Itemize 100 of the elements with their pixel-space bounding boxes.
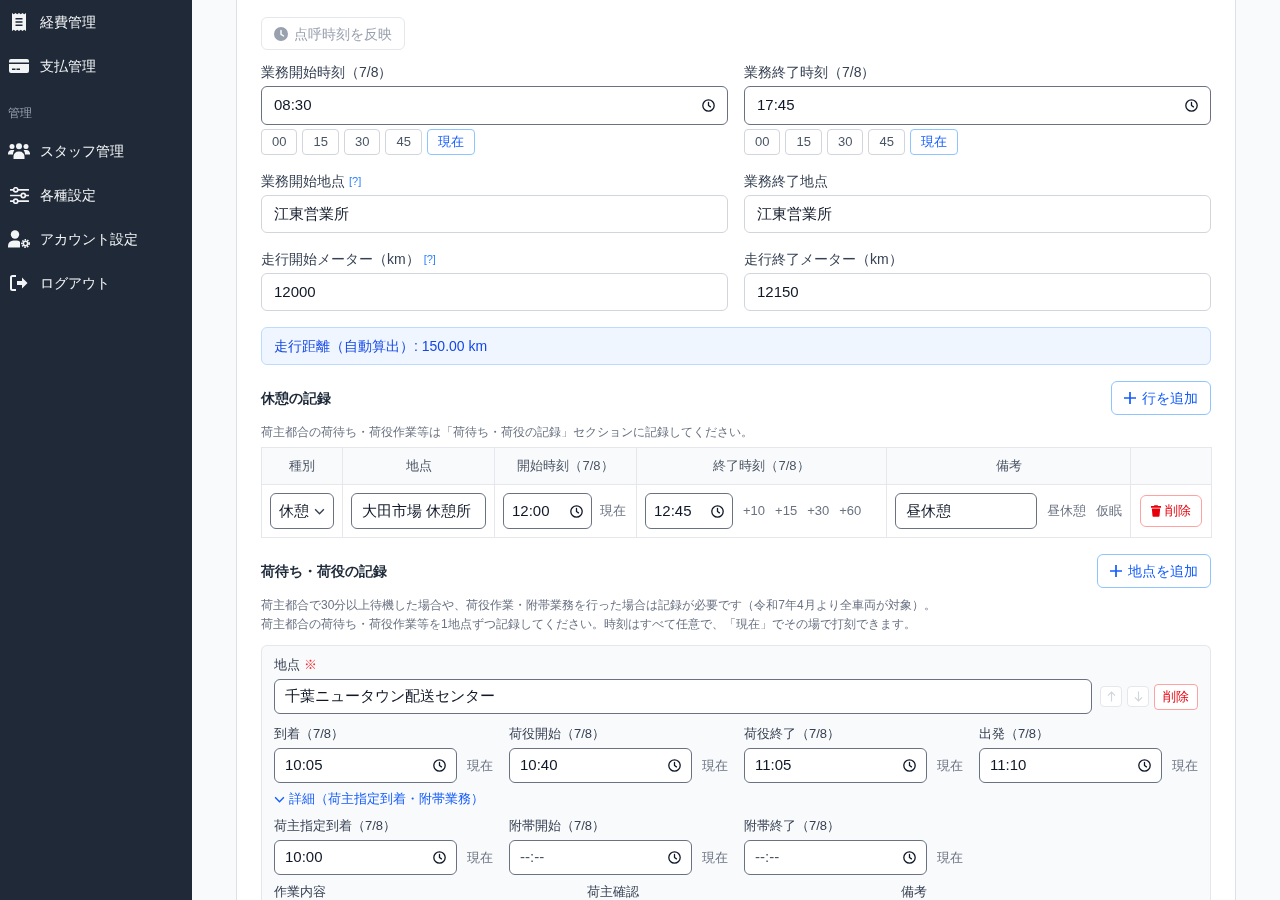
arrow-down-icon (1133, 691, 1143, 702)
minute-button[interactable]: 45 (385, 129, 422, 155)
text-field[interactable]: 江東営業所 (744, 195, 1211, 233)
help-link[interactable]: [?] (349, 173, 362, 189)
minute-button[interactable]: 30 (826, 129, 864, 155)
delete-button[interactable]: 削除 (1154, 683, 1198, 710)
now-button[interactable]: 現在 (1172, 755, 1198, 776)
add-button[interactable]: 行を追加 (1111, 381, 1211, 415)
section-heading: 荷待ち・荷役の記録 (261, 562, 387, 581)
offset-button[interactable]: +60 (839, 501, 862, 521)
now-button[interactable]: 現在 (467, 755, 493, 776)
credit-card-icon (9, 59, 29, 73)
type-select[interactable]: 休憩 (270, 493, 334, 529)
trash-icon (1151, 505, 1161, 517)
now-button[interactable]: 現在 (909, 129, 958, 155)
column-header: 終了時刻（7/8） (636, 447, 887, 485)
user-gear-icon (8, 230, 30, 248)
chevron-down-icon (274, 795, 285, 803)
text-field[interactable]: 千葉ニュータウン配送センター (274, 679, 1092, 714)
minute-button[interactable]: 45 (868, 129, 905, 155)
column-header: 開始時刻（7/8） (494, 447, 637, 485)
field-label: 業務開始時刻（7/8） (261, 63, 393, 82)
section-heading: 休憩の記録 (261, 389, 331, 408)
users-icon (8, 143, 30, 159)
clock-icon (1185, 99, 1198, 112)
minute-button[interactable]: 00 (261, 129, 298, 155)
nav-link[interactable]: 支払管理 (0, 44, 192, 88)
time-field[interactable]: 11:05 (744, 748, 927, 783)
clock-icon (433, 759, 446, 772)
now-button[interactable]: 現在 (600, 501, 626, 521)
text-field[interactable]: 江東営業所 (261, 195, 728, 233)
help-link[interactable]: [?] (423, 251, 436, 267)
time-field[interactable]: 10:05 (274, 748, 457, 783)
delete-button[interactable]: 削除 (1140, 495, 1202, 527)
offset-button[interactable]: +15 (775, 501, 798, 521)
field-label: 走行開始メーター（km） (261, 250, 420, 269)
time-field[interactable]: 10:00 (274, 840, 457, 875)
details-toggle[interactable]: 詳細（荷主指定到着・附帯業務） (274, 790, 484, 808)
clock-icon (274, 26, 288, 41)
now-button[interactable]: 現在 (702, 847, 728, 868)
now-button[interactable]: 現在 (467, 847, 493, 868)
field-label: 附帯開始（7/8） (509, 817, 607, 835)
now-button[interactable]: 現在 (426, 129, 475, 155)
now-button[interactable]: 現在 (702, 755, 728, 776)
text-field[interactable]: 大田市場 休憩所 (351, 493, 486, 529)
column-header: 地点 (342, 447, 495, 485)
chevron-down-icon (314, 507, 325, 515)
clock-icon (711, 504, 724, 518)
text-field[interactable]: 12150 (744, 273, 1211, 311)
preset-button[interactable]: 仮眠 (1096, 501, 1122, 521)
section-note: 荷主都合の荷待ち・荷役作業等を1地点ずつ記録してください。時刻はすべて任意で、「現在」でその場で打刻できます。 (261, 616, 917, 633)
field-label: 業務終了地点 (744, 172, 828, 191)
sign-out-icon (10, 275, 28, 291)
nav-link[interactable]: アカウント設定 (0, 217, 192, 261)
column-header: 種別 (261, 447, 343, 485)
time-field[interactable]: 08:30 (261, 86, 728, 125)
field-label: 荷役開始（7/8） (509, 725, 607, 743)
clock-icon (903, 851, 916, 864)
text-field[interactable]: 12000 (261, 273, 728, 311)
clock-icon (903, 759, 916, 772)
column-header: 備考 (886, 447, 1131, 485)
offset-button[interactable]: +10 (743, 501, 766, 521)
sliders-icon (9, 186, 29, 204)
minute-button[interactable]: 15 (785, 129, 822, 155)
field-label: 走行終了メーター（km） (744, 250, 903, 269)
field-label: 業務終了時刻（7/8） (744, 63, 876, 82)
now-button[interactable]: 現在 (937, 847, 963, 868)
nav-link[interactable]: 経費管理 (0, 0, 192, 44)
plus-icon (1110, 565, 1122, 577)
minute-button[interactable]: 00 (744, 129, 781, 155)
time-field[interactable]: --:-- (744, 840, 927, 875)
clock-icon (668, 851, 681, 864)
preset-button[interactable]: 昼休憩 (1047, 501, 1086, 521)
minute-button[interactable]: 15 (302, 129, 339, 155)
text-field[interactable]: 昼休憩 (895, 493, 1037, 529)
section-label: 管理 (8, 105, 32, 121)
field-label: 到着（7/8） (274, 725, 346, 743)
plus-icon (1124, 392, 1136, 404)
time-field[interactable]: 11:10 (979, 748, 1162, 783)
time-field[interactable]: 12:00 (503, 493, 592, 529)
clock-icon (1138, 759, 1151, 772)
time-field[interactable]: --:-- (509, 840, 692, 875)
nav-link[interactable]: 各種設定 (0, 173, 192, 217)
section-note: 荷主都合の荷待ち・荷役作業等は「荷待ち・荷役の記録」セクションに記録してください。 (261, 424, 754, 441)
now-button[interactable]: 現在 (937, 755, 963, 776)
time-field[interactable]: 17:45 (744, 86, 1211, 125)
offset-button[interactable]: +30 (807, 501, 830, 521)
time-field[interactable]: 12:45 (645, 493, 733, 529)
field-label: 出発（7/8） (979, 725, 1051, 743)
field-label: 附帯終了（7/8） (744, 817, 842, 835)
field-label: 地点 (274, 656, 300, 674)
receipt-icon (12, 13, 26, 31)
nav-link[interactable]: ログアウト (0, 261, 192, 305)
add-button[interactable]: 地点を追加 (1097, 554, 1211, 588)
time-field[interactable]: 10:40 (509, 748, 692, 783)
nav-link[interactable]: スタッフ管理 (0, 129, 192, 173)
field-label: 備考 (900, 884, 928, 900)
minute-button[interactable]: 30 (343, 129, 381, 155)
field-label: 荷主指定到着（7/8） (274, 817, 398, 835)
clock-icon (433, 851, 446, 864)
